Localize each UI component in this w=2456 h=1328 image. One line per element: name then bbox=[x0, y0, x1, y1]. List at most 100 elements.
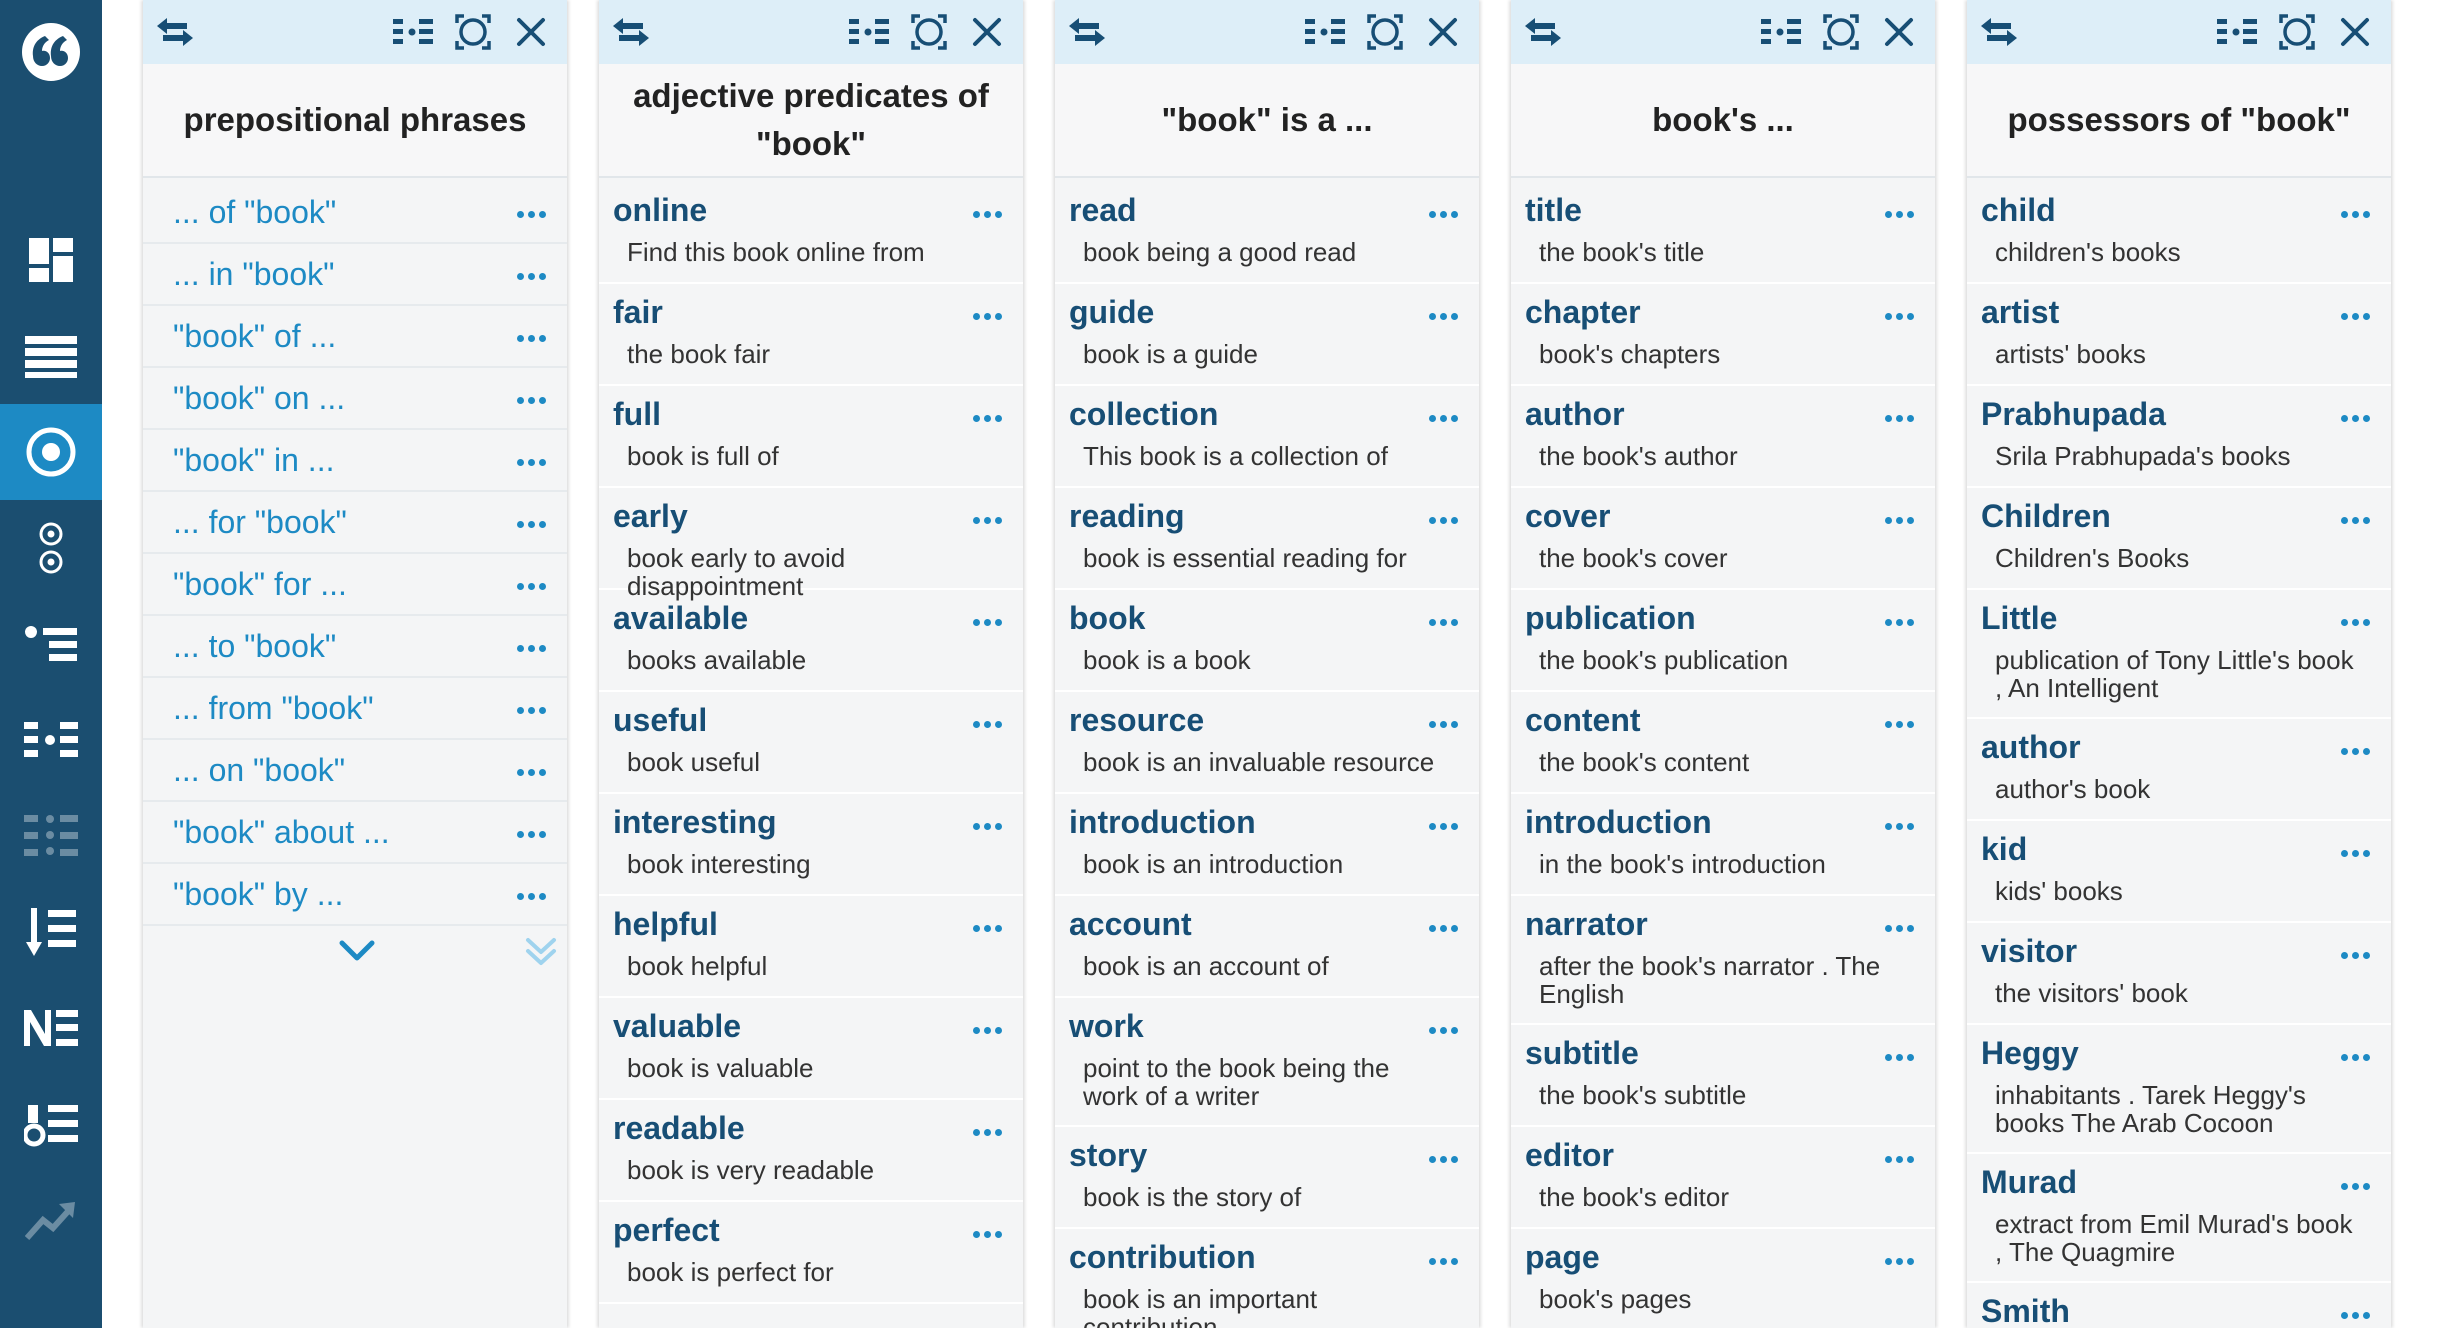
more-options-icon[interactable] bbox=[1879, 408, 1919, 428]
list-item[interactable]: collection This book is a collection of bbox=[1055, 386, 1479, 488]
list-item[interactable]: kid kids' books bbox=[1967, 821, 2391, 923]
entry-word[interactable]: child bbox=[1981, 192, 2056, 229]
dot-grid-icon[interactable] bbox=[0, 692, 102, 788]
entry-word[interactable]: Heggy bbox=[1981, 1035, 2079, 1072]
more-options-icon[interactable] bbox=[511, 390, 551, 410]
phrase-item[interactable]: "book" on ... bbox=[143, 368, 567, 430]
more-options-icon[interactable] bbox=[511, 576, 551, 596]
entry-word[interactable]: title bbox=[1525, 192, 1582, 229]
phrase-item[interactable]: "book" in ... bbox=[143, 430, 567, 492]
entry-word[interactable]: author bbox=[1525, 396, 1625, 433]
trend-icon[interactable] bbox=[0, 1172, 102, 1268]
close-icon[interactable] bbox=[967, 12, 1007, 52]
close-icon[interactable] bbox=[1879, 12, 1919, 52]
more-options-icon[interactable] bbox=[967, 1020, 1007, 1040]
list-item[interactable]: work point to the book being the work of … bbox=[1055, 998, 1479, 1127]
phrase-item[interactable]: ... from "book" bbox=[143, 678, 567, 740]
dot-grid-faded-icon[interactable] bbox=[0, 788, 102, 884]
more-options-icon[interactable] bbox=[1879, 1047, 1919, 1067]
entry-word[interactable]: valuable bbox=[613, 1008, 741, 1045]
swap-icon[interactable] bbox=[155, 12, 195, 52]
list-item[interactable]: account book is an account of bbox=[1055, 896, 1479, 998]
more-options-icon[interactable] bbox=[1423, 612, 1463, 632]
more-options-icon[interactable] bbox=[511, 452, 551, 472]
entry-word[interactable]: page bbox=[1525, 1239, 1600, 1276]
entry-word[interactable]: readable bbox=[613, 1110, 745, 1147]
list-item[interactable]: child children's books bbox=[1967, 182, 2391, 284]
list-item[interactable]: early book early to avoid disappointment bbox=[599, 488, 1023, 600]
dot-grid-icon[interactable] bbox=[2217, 12, 2257, 52]
list-item[interactable]: Smith bbox=[1967, 1283, 2391, 1328]
more-options-icon[interactable] bbox=[2335, 510, 2375, 530]
numbered-list-icon[interactable] bbox=[0, 1076, 102, 1172]
more-options-icon[interactable] bbox=[1879, 204, 1919, 224]
double-chevron-down-icon[interactable] bbox=[525, 936, 557, 973]
list-item[interactable]: book book is a book bbox=[1055, 590, 1479, 692]
swap-icon[interactable] bbox=[1523, 12, 1563, 52]
list-item[interactable]: reading book is essential reading for bbox=[1055, 488, 1479, 590]
list-item[interactable]: Children Children's Books bbox=[1967, 488, 2391, 590]
list-item[interactable]: cover the book's cover bbox=[1511, 488, 1935, 590]
entry-word[interactable]: subtitle bbox=[1525, 1035, 1639, 1072]
entry-word[interactable]: collection bbox=[1069, 396, 1218, 433]
entry-word[interactable]: content bbox=[1525, 702, 1641, 739]
entry-word[interactable]: story bbox=[1069, 1137, 1147, 1174]
phrase-label[interactable]: ... for "book" bbox=[173, 504, 347, 541]
close-icon[interactable] bbox=[2335, 12, 2375, 52]
swap-icon[interactable] bbox=[1067, 12, 1107, 52]
entry-word[interactable]: Little bbox=[1981, 600, 2057, 637]
entry-word[interactable]: interesting bbox=[613, 804, 777, 841]
more-options-icon[interactable] bbox=[511, 700, 551, 720]
more-options-icon[interactable] bbox=[2335, 741, 2375, 761]
phrase-label[interactable]: ... on "book" bbox=[173, 752, 345, 789]
more-options-icon[interactable] bbox=[511, 204, 551, 224]
list-item[interactable]: introduction in the book's introduction bbox=[1511, 794, 1935, 896]
list-item[interactable]: contribution book is an important contrib… bbox=[1055, 1229, 1479, 1328]
more-options-icon[interactable] bbox=[2335, 945, 2375, 965]
phrase-item[interactable]: "book" about ... bbox=[143, 802, 567, 864]
entry-word[interactable]: visitor bbox=[1981, 933, 2077, 970]
entry-word[interactable]: Prabhupada bbox=[1981, 396, 2166, 433]
entry-word[interactable]: helpful bbox=[613, 906, 718, 943]
list-item[interactable]: introduction book is an introduction bbox=[1055, 794, 1479, 896]
list-item[interactable]: subtitle the book's subtitle bbox=[1511, 1025, 1935, 1127]
more-options-icon[interactable] bbox=[1423, 510, 1463, 530]
focus-icon[interactable] bbox=[453, 12, 493, 52]
more-options-icon[interactable] bbox=[1879, 510, 1919, 530]
more-options-icon[interactable] bbox=[967, 306, 1007, 326]
phrase-label[interactable]: ... from "book" bbox=[173, 690, 374, 727]
more-options-icon[interactable] bbox=[967, 204, 1007, 224]
entry-word[interactable]: Children bbox=[1981, 498, 2111, 535]
focus-icon[interactable] bbox=[2277, 12, 2317, 52]
phrase-label[interactable]: "book" by ... bbox=[173, 876, 343, 913]
list-item[interactable]: read book being a good read bbox=[1055, 182, 1479, 284]
more-options-icon[interactable] bbox=[1423, 1149, 1463, 1169]
list-item[interactable]: Heggy inhabitants . Tarek Heggy's books T… bbox=[1967, 1025, 2391, 1154]
phrase-item[interactable]: "book" for ... bbox=[143, 554, 567, 616]
entry-word[interactable]: reading bbox=[1069, 498, 1185, 535]
chevron-down-icon[interactable] bbox=[339, 940, 375, 967]
list-item[interactable]: Prabhupada Srila Prabhupada's books bbox=[1967, 386, 2391, 488]
list-item[interactable]: available books available bbox=[599, 590, 1023, 692]
entry-word[interactable]: resource bbox=[1069, 702, 1204, 739]
more-options-icon[interactable] bbox=[967, 1122, 1007, 1142]
more-options-icon[interactable] bbox=[1423, 1251, 1463, 1271]
more-options-icon[interactable] bbox=[1879, 612, 1919, 632]
phrase-label[interactable]: "book" for ... bbox=[173, 566, 347, 603]
list-item[interactable]: narrator after the book's narrator . The … bbox=[1511, 896, 1935, 1025]
focus-icon[interactable] bbox=[1821, 12, 1861, 52]
more-options-icon[interactable] bbox=[1423, 204, 1463, 224]
entry-word[interactable]: introduction bbox=[1525, 804, 1712, 841]
more-options-icon[interactable] bbox=[1423, 714, 1463, 734]
more-options-icon[interactable] bbox=[1879, 816, 1919, 836]
swap-icon[interactable] bbox=[1979, 12, 2019, 52]
sort-icon[interactable] bbox=[0, 884, 102, 980]
more-options-icon[interactable] bbox=[2335, 204, 2375, 224]
ne-icon[interactable] bbox=[0, 980, 102, 1076]
list-item[interactable]: Little publication of Tony Little's book … bbox=[1967, 590, 2391, 719]
swap-icon[interactable] bbox=[611, 12, 651, 52]
more-options-icon[interactable] bbox=[967, 1224, 1007, 1244]
quote-logo-icon[interactable] bbox=[0, 0, 102, 106]
list-icon[interactable] bbox=[0, 308, 102, 404]
dot-grid-icon[interactable] bbox=[1305, 12, 1345, 52]
